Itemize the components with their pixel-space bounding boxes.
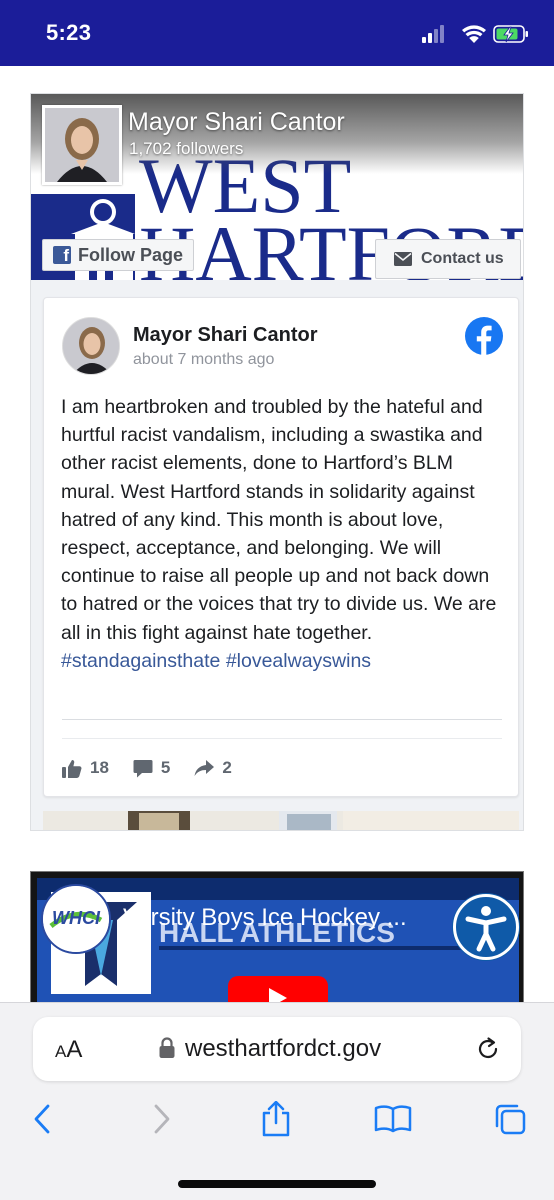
bookmarks-button[interactable] bbox=[373, 1099, 413, 1139]
forward-button[interactable] bbox=[142, 1099, 182, 1139]
reload-icon[interactable] bbox=[475, 1036, 501, 1062]
channel-logo-text: WHCI bbox=[52, 908, 101, 928]
divider bbox=[62, 719, 502, 720]
facebook-post: Mayor Shari Cantor about 7 months ago I … bbox=[43, 297, 519, 797]
post-body: I am heartbroken and troubled by the hat… bbox=[61, 393, 507, 675]
post-actions: 18 5 2 bbox=[62, 756, 256, 780]
contact-us-button[interactable]: Contact us bbox=[375, 239, 521, 279]
accessibility-button[interactable] bbox=[453, 894, 519, 960]
back-button[interactable] bbox=[22, 1099, 62, 1139]
share-button[interactable] bbox=[256, 1099, 296, 1139]
home-indicator[interactable] bbox=[178, 1180, 376, 1188]
thumbs-up-icon bbox=[62, 759, 82, 778]
wifi-icon bbox=[462, 25, 486, 43]
status-time: 5:23 bbox=[46, 20, 92, 45]
contact-us-label: Contact us bbox=[421, 250, 504, 267]
facebook-page-widget: WEST HARTFORD Mayor Shari Cantor 1,702 f… bbox=[30, 93, 524, 831]
author-avatar-image bbox=[63, 318, 119, 374]
page-follower-count: 1,702 followers bbox=[129, 139, 244, 158]
battery-charging-icon bbox=[493, 25, 528, 43]
page-name[interactable]: Mayor Shari Cantor bbox=[128, 108, 345, 137]
aa-small: A bbox=[55, 1042, 67, 1061]
post-text: I am heartbroken and troubled by the hat… bbox=[61, 396, 497, 644]
next-post-preview bbox=[43, 811, 519, 830]
tabs-button[interactable] bbox=[490, 1099, 530, 1139]
share-icon bbox=[262, 1101, 290, 1137]
browser-toolbar: AA westhartfordct.gov bbox=[0, 1002, 554, 1200]
phone-screen: 5:23 WEST HARTFORD Mayor Shari Cantor 1,… bbox=[0, 0, 554, 1200]
post-timestamp[interactable]: about 7 months ago bbox=[133, 351, 274, 369]
follow-page-button[interactable]: f Follow Page bbox=[42, 239, 194, 271]
like-action[interactable]: 18 bbox=[62, 758, 109, 778]
comment-icon bbox=[133, 759, 153, 777]
url-text[interactable]: westhartfordct.gov bbox=[185, 1035, 381, 1063]
facebook-f-icon: f bbox=[53, 246, 71, 264]
whci-logo-icon: WHCI bbox=[43, 886, 109, 952]
comment-action[interactable]: 5 bbox=[133, 758, 170, 778]
status-icons bbox=[422, 25, 528, 43]
share-arrow-icon bbox=[194, 760, 215, 776]
aa-large: A bbox=[66, 1036, 83, 1063]
video-title[interactable]: Varsity Boys Ice Hockey ... bbox=[123, 904, 407, 932]
divider bbox=[62, 738, 502, 739]
video-thumbnail: HALL ATHLETICS bbox=[31, 872, 523, 1010]
channel-logo[interactable]: WHCI bbox=[41, 884, 111, 954]
chevron-left-icon bbox=[34, 1104, 50, 1134]
accessibility-person-icon bbox=[465, 906, 507, 952]
youtube-video-embed[interactable]: HALL ATHLETICS WHCI Varsity Boys Ice Hoc… bbox=[30, 871, 524, 1011]
hashtag-link[interactable]: #standagainsthate bbox=[61, 650, 220, 672]
facebook-page-header[interactable]: WEST HARTFORD Mayor Shari Cantor 1,702 f… bbox=[31, 94, 523, 280]
envelope-icon bbox=[394, 252, 412, 266]
reader-aa-button[interactable]: AA bbox=[55, 1036, 82, 1064]
share-count: 2 bbox=[222, 758, 232, 777]
tabs-icon bbox=[495, 1104, 526, 1135]
status-bar: 5:23 bbox=[0, 0, 554, 66]
lock-icon bbox=[159, 1037, 175, 1058]
profile-photo-image bbox=[45, 108, 119, 182]
post-author-avatar[interactable] bbox=[62, 317, 120, 375]
like-count: 18 bbox=[90, 758, 109, 777]
page-profile-photo[interactable] bbox=[42, 105, 122, 185]
share-action[interactable]: 2 bbox=[194, 758, 232, 778]
hashtag-link[interactable]: #lovealwayswins bbox=[226, 650, 371, 672]
book-icon bbox=[374, 1105, 412, 1133]
comment-count: 5 bbox=[160, 758, 171, 777]
facebook-logo-icon[interactable] bbox=[465, 317, 503, 355]
post-author-name[interactable]: Mayor Shari Cantor bbox=[133, 324, 317, 347]
address-bar[interactable]: AA westhartfordct.gov bbox=[33, 1017, 521, 1081]
cellular-signal-icon bbox=[422, 25, 444, 43]
follow-page-label: Follow Page bbox=[78, 244, 184, 265]
chevron-right-icon bbox=[154, 1104, 170, 1134]
